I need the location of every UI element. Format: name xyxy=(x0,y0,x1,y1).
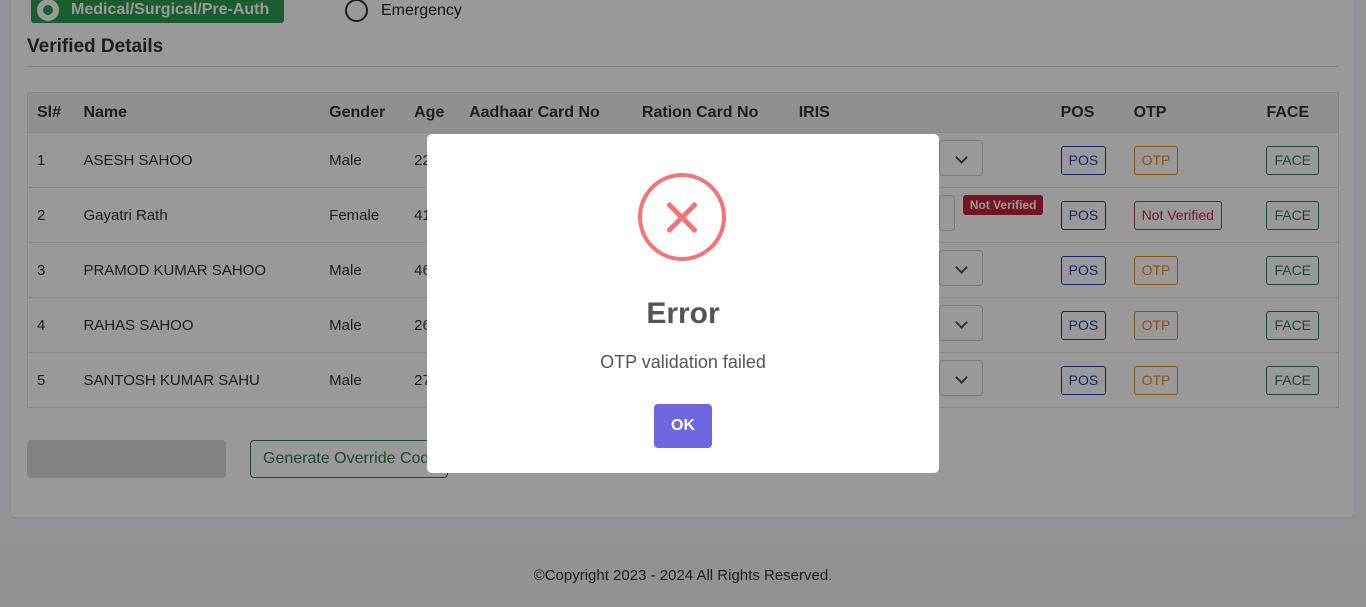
error-x-icon xyxy=(638,173,726,261)
error-dialog: Error OTP validation failed OK xyxy=(427,134,939,473)
ok-button[interactable]: OK xyxy=(654,404,712,448)
dialog-title: Error xyxy=(646,297,720,330)
dialog-message: OTP validation failed xyxy=(600,352,766,372)
